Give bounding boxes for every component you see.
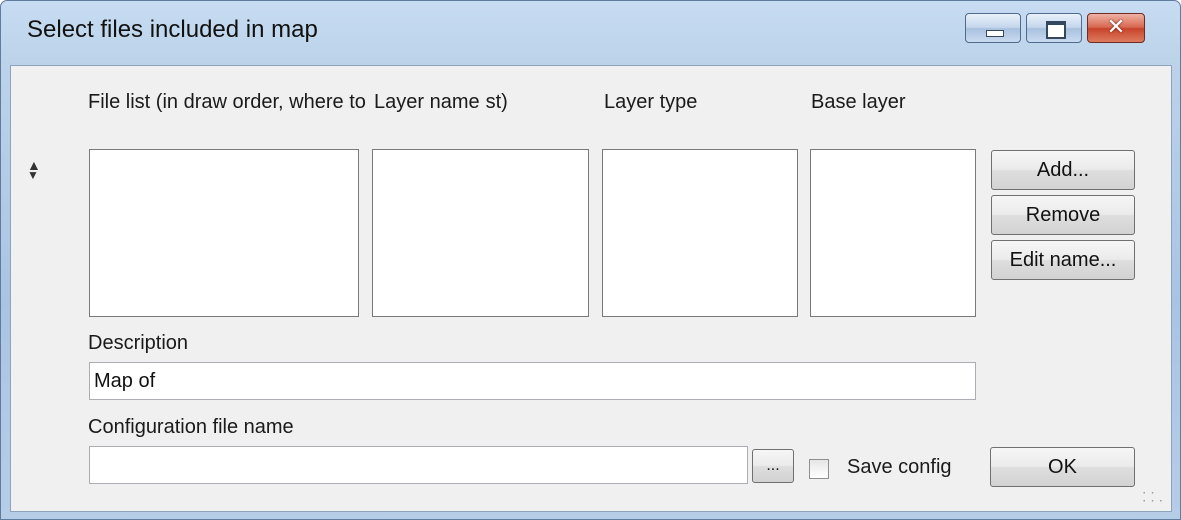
title-bar[interactable]: Select files included in map ✕ [1, 1, 1180, 65]
resize-grip-icon[interactable]: ⠂⠂ ⠂⠂⠂ [1142, 490, 1167, 508]
minimize-button[interactable] [965, 13, 1021, 43]
layer-name-header: Layer name st) [374, 91, 508, 114]
base-layer-header: Base layer [811, 91, 906, 113]
ok-button[interactable]: OK [990, 447, 1135, 487]
layer-type-list[interactable] [602, 149, 798, 317]
browse-button[interactable]: ... [752, 449, 794, 483]
layer-name-header-text: Layer name [374, 91, 480, 113]
layer-name-list[interactable] [372, 149, 589, 317]
edit-name-button[interactable]: Edit name... [991, 240, 1135, 280]
layer-name-header-tail: st) [485, 91, 508, 113]
save-config-checkbox[interactable] [809, 459, 829, 479]
close-button[interactable]: ✕ [1087, 13, 1145, 43]
config-file-field[interactable] [89, 446, 748, 484]
file-list[interactable] [89, 149, 359, 317]
file-list-header: File list (in draw order, where to [88, 91, 366, 113]
description-label: Description [88, 332, 189, 354]
move-down-icon[interactable]: ▼ [27, 168, 39, 182]
layer-type-header: Layer type [604, 91, 698, 113]
window-title: Select files included in map [27, 16, 318, 43]
maximize-button[interactable] [1026, 13, 1082, 43]
save-config-label[interactable]: Save config [847, 456, 952, 479]
dialog-window: Select files included in map ✕ ▲ ▼ File … [0, 0, 1181, 520]
base-layer-list[interactable] [810, 149, 976, 317]
dialog-body: ▲ ▼ File list (in draw order, where to L… [10, 65, 1172, 512]
maximize-icon [1046, 21, 1066, 39]
config-file-label: Configuration file name [88, 416, 294, 438]
minimize-icon [986, 30, 1004, 37]
description-field[interactable]: Map of [89, 362, 976, 400]
remove-button[interactable]: Remove [991, 195, 1135, 235]
close-icon: ✕ [1106, 15, 1126, 40]
add-button[interactable]: Add... [991, 150, 1135, 190]
